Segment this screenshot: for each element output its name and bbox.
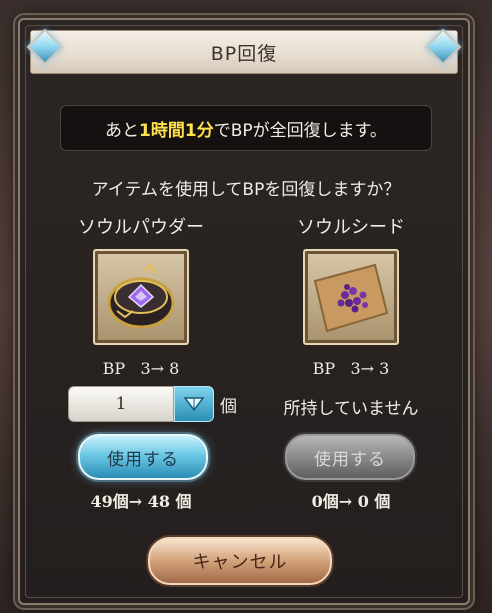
quantity-dropdown-button[interactable] xyxy=(174,386,214,422)
recovery-question: アイテムを使用してBPを回復しますか？ xyxy=(91,180,401,200)
quantity-unit: 個 xyxy=(220,396,237,417)
count-change: 49個→ 48 個 xyxy=(90,492,192,511)
item-soul-powder: ソウルパウダー BP 3→ 8 xyxy=(41,215,241,378)
not-owned-status: 所持していません xyxy=(283,399,419,419)
soul-powder-icon xyxy=(93,249,189,345)
dialog-title: BP回復 xyxy=(210,42,278,65)
bp-change: BP 3→ 3 xyxy=(251,359,451,378)
quantity-selector: 1 個 xyxy=(68,386,237,422)
count-change: 0個→ 0 個 xyxy=(311,492,391,511)
notice-suffix: でBPが全回復します。 xyxy=(213,120,387,141)
quantity-field[interactable]: 1 xyxy=(68,386,174,422)
item-name: ソウルシード xyxy=(297,217,405,238)
chevron-down-icon xyxy=(183,397,205,412)
item-name: ソウルパウダー xyxy=(78,217,204,238)
recovery-notice: あと 1時間1分 でBPが全回復します。 xyxy=(60,105,432,151)
bp-change: BP 3→ 8 xyxy=(41,359,241,378)
bp-change-value: 3→ 3 xyxy=(350,359,390,378)
notice-time: 1時間1分 xyxy=(139,120,214,141)
use-soul-seed-button: 使用する xyxy=(285,434,415,480)
dialog-titlebar: BP回復 xyxy=(30,30,458,74)
cancel-button[interactable]: キャンセル xyxy=(148,537,332,585)
soul-seed-icon xyxy=(303,249,399,345)
bp-label: BP xyxy=(312,359,336,378)
bp-label: BP xyxy=(102,359,126,378)
notice-prefix: あと xyxy=(105,120,140,141)
use-soul-powder-button[interactable]: 使用する xyxy=(78,434,208,480)
item-soul-seed: ソウルシード BP 3→ 3 xyxy=(251,215,451,378)
bp-change-value: 3→ 8 xyxy=(140,359,180,378)
